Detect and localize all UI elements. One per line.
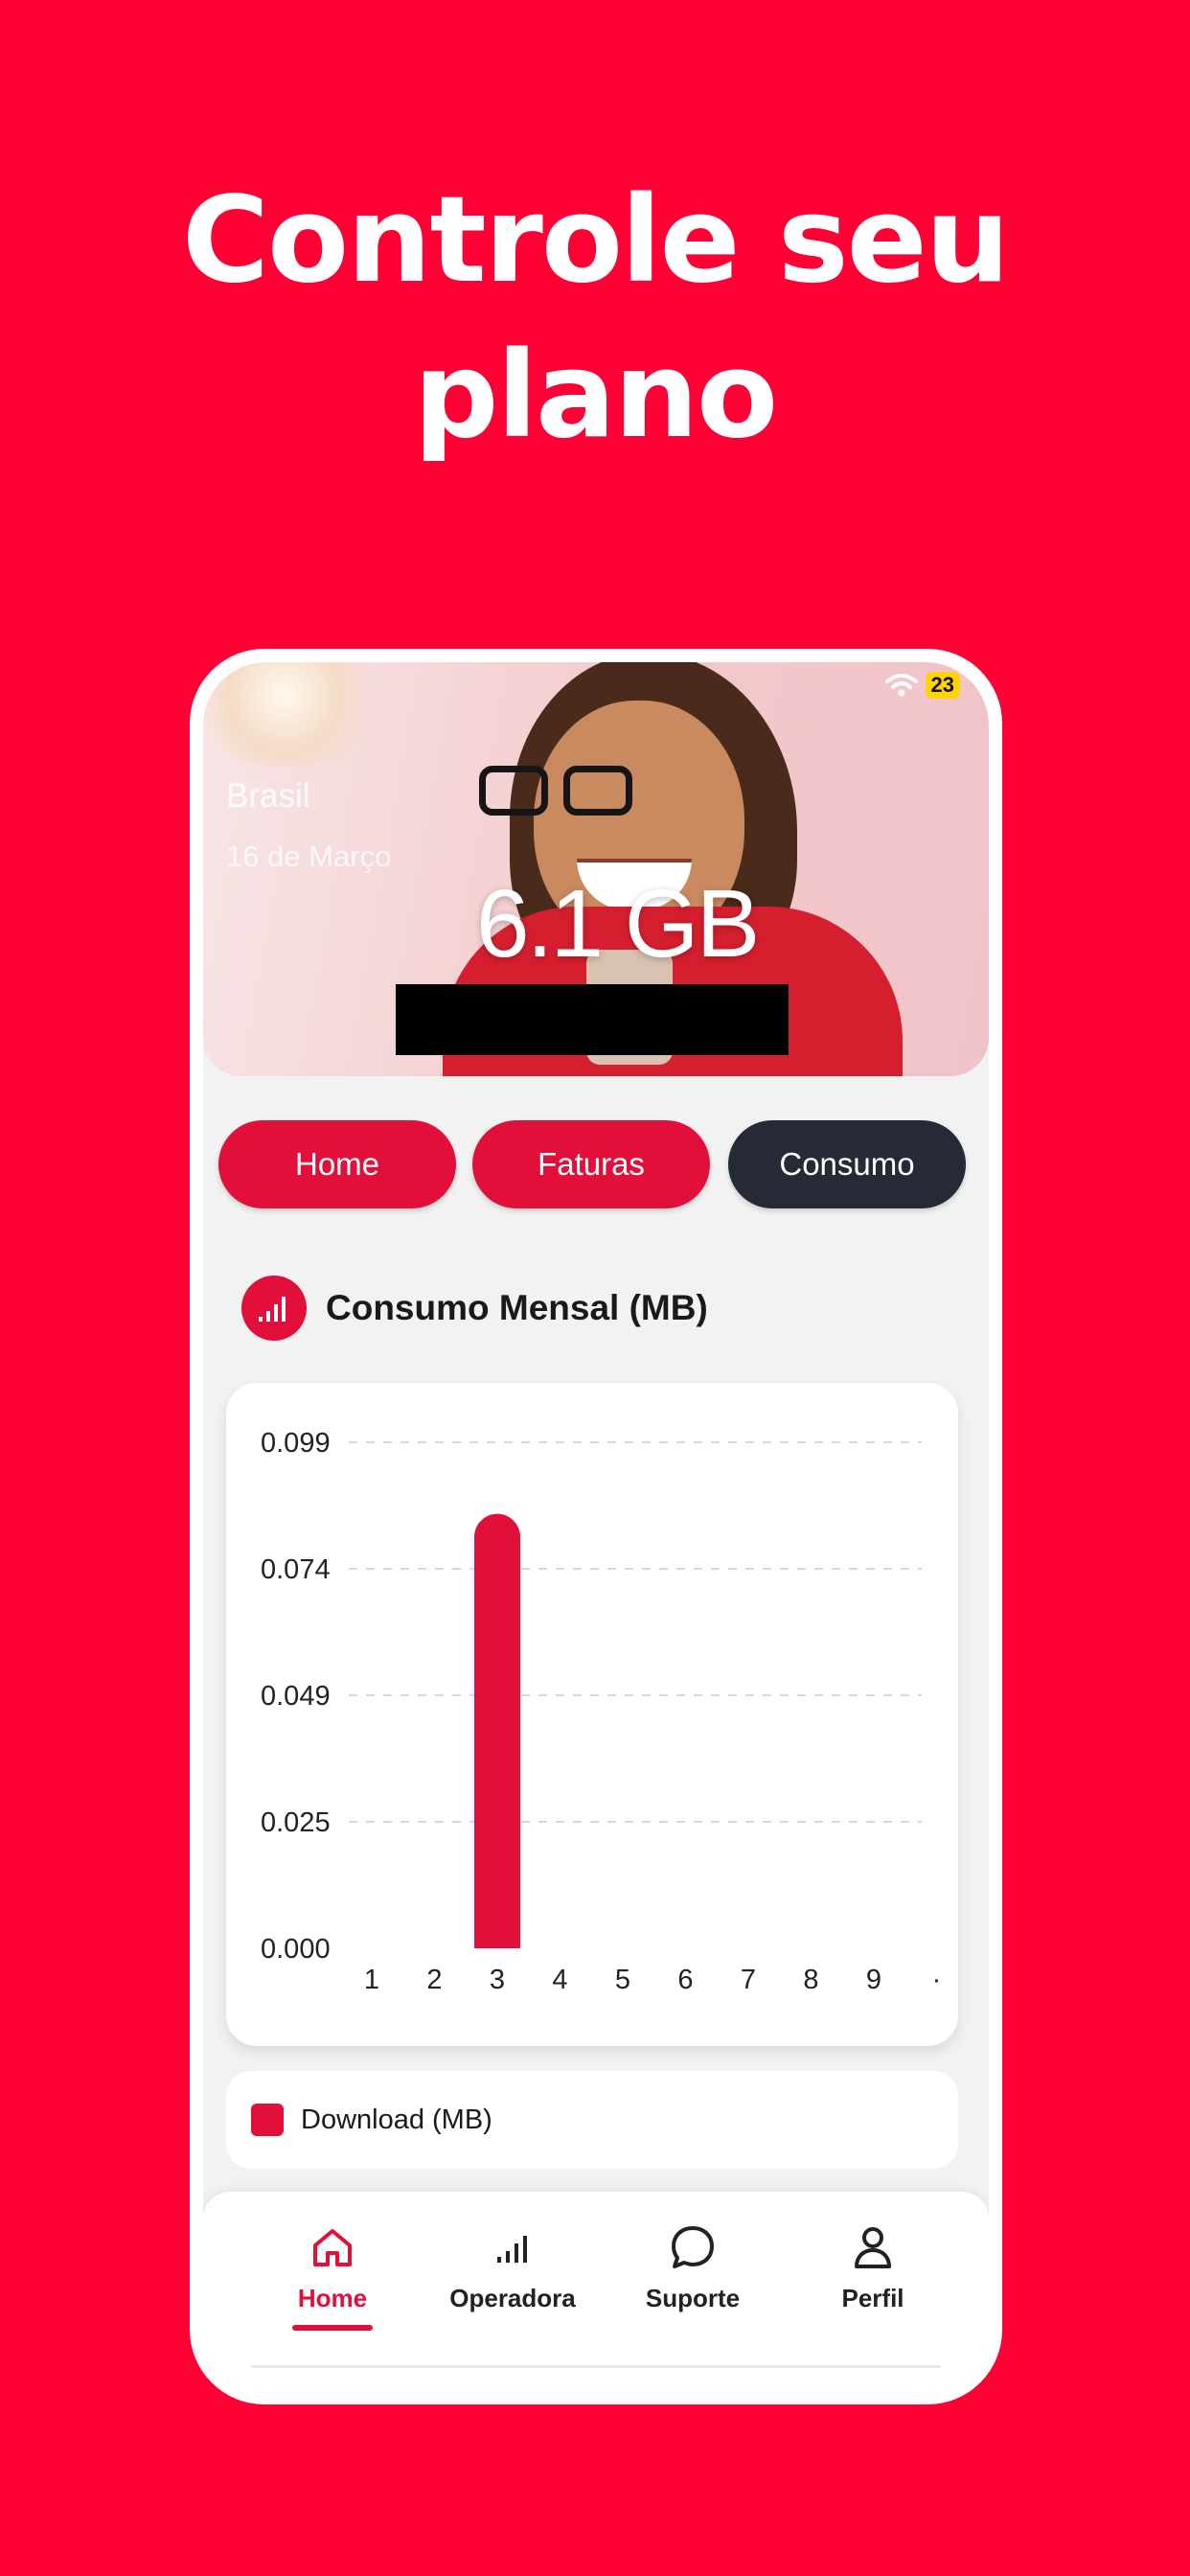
x-tick-label: 3 bbox=[490, 1965, 505, 1995]
bottom-nav: Home Operadora Suporte Perfil bbox=[203, 2192, 989, 2391]
legend-label: Download (MB) bbox=[301, 2104, 492, 2135]
wifi-icon bbox=[884, 674, 918, 697]
nav-active-indicator bbox=[292, 2325, 373, 2331]
tab-home[interactable]: Home bbox=[218, 1120, 456, 1208]
home-icon bbox=[313, 2229, 352, 2266]
x-tick-label: 2 bbox=[426, 1965, 442, 1995]
hero-country: Brasil bbox=[226, 777, 310, 815]
nav-home-label: Home bbox=[297, 2284, 368, 2312]
phone-frame: 23 Brasil 16 de Março 6.1 GB Home Fatura… bbox=[190, 649, 1002, 2404]
section-title: Consumo Mensal (MB) bbox=[326, 1288, 708, 1327]
y-tick-label: 0.074 bbox=[261, 1554, 331, 1585]
home-indicator bbox=[251, 2365, 941, 2368]
hero-photo-glasses bbox=[479, 766, 642, 823]
y-tick-label: 0.099 bbox=[261, 1428, 331, 1459]
nav-perfil-label: Perfil bbox=[841, 2284, 904, 2312]
nav-perfil[interactable]: Perfil bbox=[782, 2220, 964, 2313]
y-tick-label: 0.025 bbox=[261, 1807, 331, 1838]
lamp-decoration bbox=[203, 662, 385, 768]
headline-line2: plano bbox=[413, 327, 778, 465]
battery-icon: 23 bbox=[925, 672, 960, 699]
x-tick-label: 5 bbox=[615, 1965, 630, 1995]
x-tick-label: · bbox=[932, 1965, 942, 1995]
headline-line1: Controle seu bbox=[181, 172, 1010, 310]
signal-bars-icon bbox=[241, 1276, 307, 1341]
hero-date: 16 de Março bbox=[226, 840, 392, 873]
x-tick-label: 6 bbox=[677, 1965, 693, 1995]
nav-operadora-label: Operadora bbox=[449, 2284, 576, 2312]
person-icon bbox=[855, 2227, 891, 2268]
x-tick-label: 4 bbox=[552, 1965, 567, 1995]
tab-faturas[interactable]: Faturas bbox=[472, 1120, 710, 1208]
chat-bubble-icon bbox=[672, 2226, 714, 2268]
legend-swatch bbox=[251, 2104, 284, 2136]
nav-operadora[interactable]: Operadora bbox=[422, 2220, 604, 2313]
x-tick-label: 9 bbox=[866, 1965, 881, 1995]
signal-bars-icon bbox=[497, 2236, 527, 2263]
x-tick-label: 7 bbox=[741, 1965, 756, 1995]
app-screen: 23 Brasil 16 de Março 6.1 GB Home Fatura… bbox=[203, 662, 989, 2391]
nav-suporte-label: Suporte bbox=[645, 2284, 741, 2312]
y-tick-label: 0.049 bbox=[261, 1681, 331, 1712]
x-tick-label: 1 bbox=[364, 1965, 379, 1995]
x-tick-label: 8 bbox=[803, 1965, 818, 1995]
chart-bar bbox=[474, 1513, 520, 1948]
status-bar: 23 bbox=[884, 672, 960, 699]
section-header: Consumo Mensal (MB) bbox=[241, 1276, 708, 1341]
redacted-block bbox=[396, 984, 789, 1055]
chart-card: 0.099 0.074 0.049 0.025 0.000 1 2 3 4 5 6 7 8 9 · bbox=[226, 1383, 958, 2046]
hero-banner: 23 Brasil 16 de Março 6.1 GB bbox=[203, 662, 989, 1076]
tab-consumo[interactable]: Consumo bbox=[728, 1120, 966, 1208]
nav-home[interactable]: Home bbox=[241, 2220, 423, 2331]
tick-clip bbox=[333, 1412, 347, 1967]
nav-suporte[interactable]: Suporte bbox=[602, 2220, 784, 2313]
headline: Controle seu plano bbox=[0, 163, 1190, 473]
consumption-chart: 0.099 0.074 0.049 0.025 0.000 1 2 3 4 5 6 7 8 9 · bbox=[261, 1412, 942, 1995]
hero-usage: 6.1 GB bbox=[476, 870, 760, 978]
chart-legend: Download (MB) bbox=[226, 2071, 958, 2169]
y-tick-label: 0.000 bbox=[261, 1934, 331, 1965]
